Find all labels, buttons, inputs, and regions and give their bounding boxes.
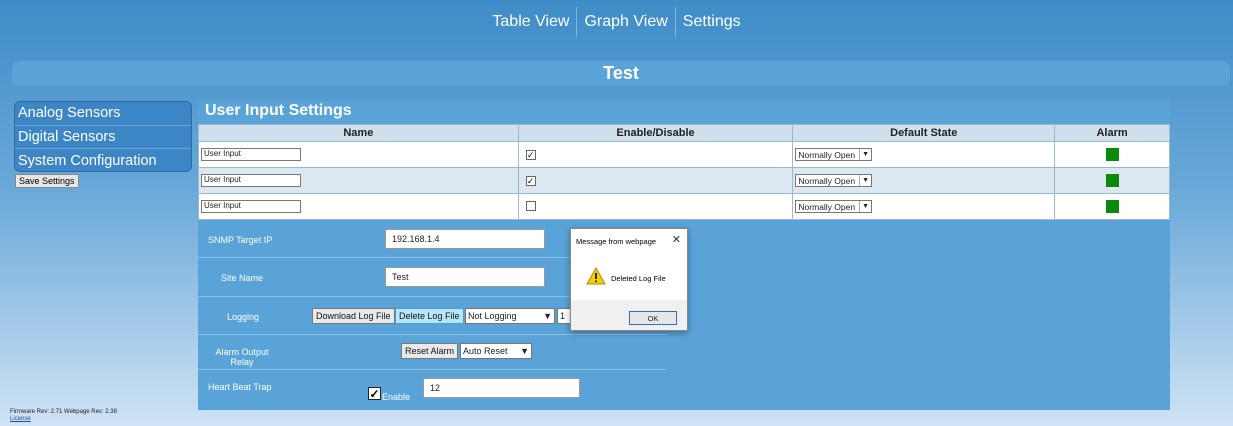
page-title: Test (12, 61, 1230, 86)
footer: Firmware Rev: 2.71 Webpage Rev: 2.38 Lic… (10, 409, 117, 423)
user-input-table: Name Enable/Disable Default State Alarm … (198, 124, 1170, 220)
chevron-down-icon: ▼ (859, 175, 871, 186)
default-state-value: Normally Open (798, 149, 856, 160)
alarm-indicator (1105, 148, 1119, 161)
alarm-indicator (1105, 174, 1119, 187)
sidebar-item-digital-sensors[interactable]: Digital Sensors (15, 126, 191, 150)
column-header-name: Name (198, 124, 519, 142)
row-divider (198, 369, 666, 370)
sidebar-item-system-configuration[interactable]: System Configuration (15, 149, 191, 171)
chevron-down-icon: ▼ (859, 201, 871, 212)
logging-interval-field[interactable]: 1 (557, 308, 571, 324)
nav-graph-view[interactable]: Graph View (577, 9, 674, 35)
sidebar: Analog Sensors Digital Sensors System Co… (14, 101, 192, 172)
reset-mode-select[interactable]: Auto Reset ▼ (460, 343, 532, 359)
heartbeat-trap-label: Heart Beat Trap (208, 382, 272, 392)
close-icon[interactable]: ✕ (672, 233, 681, 246)
logging-label: Logging (227, 312, 260, 322)
default-state-select[interactable]: Normally Open ▼ (795, 200, 873, 213)
site-name-input[interactable]: Test (385, 267, 545, 287)
enable-label: Enable (382, 392, 411, 402)
reset-mode-value: Auto Reset (463, 346, 508, 356)
heartbeat-interval-input[interactable]: 12 (423, 378, 580, 398)
license-link[interactable]: License (10, 416, 31, 422)
column-header-default-state: Default State (792, 124, 1056, 142)
row-divider (198, 334, 666, 335)
name-input[interactable]: User Input (201, 174, 301, 187)
column-header-alarm: Alarm (1054, 124, 1170, 142)
top-nav: Table View Graph View Settings (0, 0, 1233, 44)
column-header-enable: Enable/Disable (517, 124, 794, 142)
alarm-indicator (1105, 200, 1119, 213)
default-state-value: Normally Open (798, 201, 856, 212)
ok-button[interactable]: OK (629, 311, 677, 325)
heartbeat-enable-checkbox[interactable]: ✓ (368, 387, 381, 400)
chevron-down-icon: ▼ (520, 346, 529, 356)
table-header-row: Name Enable/Disable Default State Alarm (198, 124, 1170, 142)
save-settings-button[interactable]: Save Settings (15, 174, 79, 188)
dialog-message: Deleted Log File (611, 274, 666, 283)
panel-title: User Input Settings (205, 102, 352, 119)
chevron-down-icon: ▼ (859, 149, 871, 160)
snmp-target-input[interactable]: 192.168.1.4 (385, 229, 545, 249)
site-name-label: Site Name (221, 273, 264, 283)
default-state-select[interactable]: Normally Open ▼ (795, 174, 873, 187)
snmp-target-label: SNMP Target IP (208, 235, 273, 245)
default-state-select[interactable]: Normally Open ▼ (795, 148, 873, 161)
delete-log-button[interactable]: Delete Log File (395, 308, 464, 324)
enable-checkbox[interactable]: ✓ (525, 149, 536, 160)
name-input[interactable]: User Input (201, 200, 301, 213)
table-row: User Input ✓ Normally Open ▼ (198, 167, 1170, 194)
default-state-value: Normally Open (798, 175, 856, 186)
message-dialog: Message from webpage ✕ Deleted Log File … (570, 228, 688, 331)
chevron-down-icon: ▼ (543, 311, 552, 321)
nav-settings[interactable]: Settings (676, 9, 748, 35)
table-row: User Input ✓ Normally Open ▼ (198, 141, 1170, 168)
alarm-output-relay-label: Alarm Output Relay (215, 347, 269, 367)
table-row: User Input Normally Open ▼ (198, 193, 1170, 220)
sidebar-item-analog-sensors[interactable]: Analog Sensors (15, 102, 191, 126)
reset-alarm-button[interactable]: Reset Alarm (401, 343, 459, 359)
download-log-button[interactable]: Download Log File (312, 308, 395, 324)
enable-checkbox[interactable]: ✓ (525, 175, 536, 186)
dialog-title: Message from webpage (576, 237, 657, 246)
firmware-version: Firmware Rev: 2.71 Webpage Rev: 2.38 (10, 409, 117, 415)
name-input[interactable]: User Input (201, 148, 301, 161)
enable-checkbox[interactable] (525, 200, 536, 211)
warning-icon (586, 267, 606, 285)
logging-select[interactable]: Not Logging ▼ (465, 308, 555, 324)
logging-select-value: Not Logging (468, 311, 517, 321)
nav-table-view[interactable]: Table View (485, 9, 576, 35)
